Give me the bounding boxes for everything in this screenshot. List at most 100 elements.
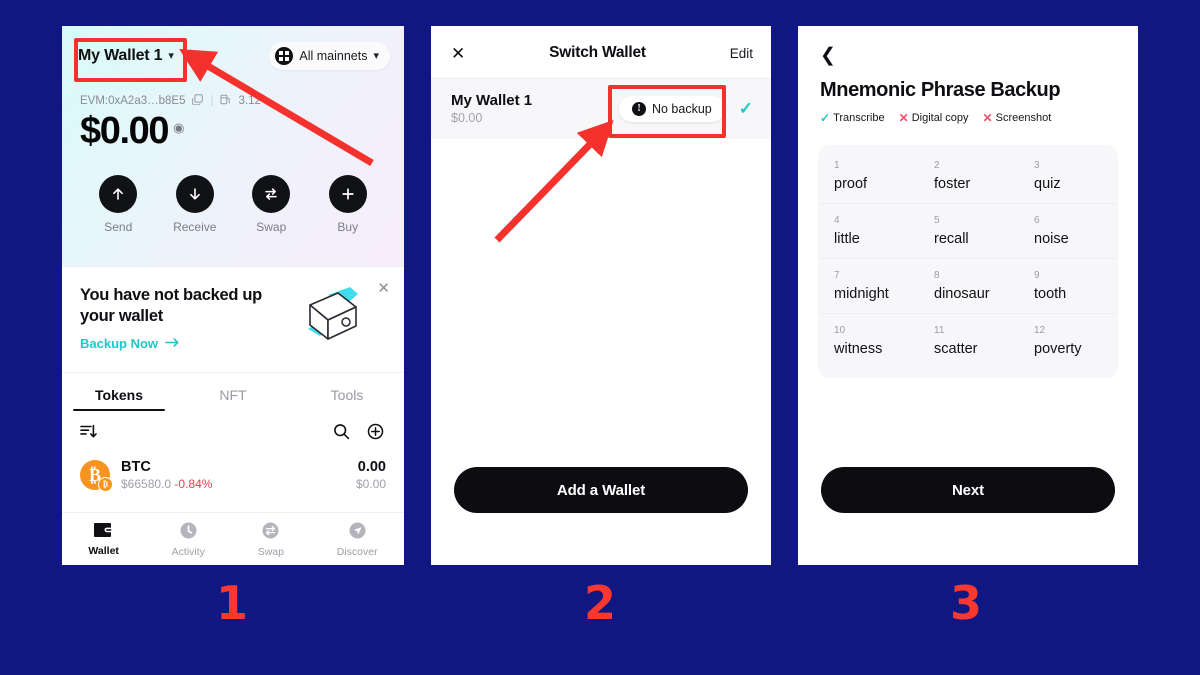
- table-row[interactable]: ₿ ₿ BTC $66580.0 -0.84% 0.00 $0.00: [62, 453, 404, 492]
- mnemonic-index: 2: [934, 160, 940, 171]
- plus-icon: [328, 175, 367, 213]
- nav-item-swap[interactable]: Swap: [258, 521, 284, 558]
- edit-button[interactable]: Edit: [730, 46, 753, 61]
- gas-value: 3.12: [238, 95, 261, 107]
- quick-actions: Send Receive Swap Buy: [62, 153, 404, 234]
- mnemonic-word: witness: [834, 341, 883, 357]
- mnemonic-index: 6: [1034, 215, 1040, 226]
- nav-item-activity-label: Activity: [171, 545, 205, 558]
- nav-item-wallet[interactable]: Wallet: [88, 521, 119, 557]
- rule-digital-copy: ✕ Digital copy: [899, 111, 969, 125]
- backup-reminder-card: You have not backed up your wallet Backu…: [62, 266, 404, 372]
- action-send-label: Send: [104, 220, 133, 234]
- tab-tools-label: Tools: [330, 387, 364, 403]
- wallet-balance: $0.00 ◉: [80, 110, 404, 153]
- clock-icon: [179, 521, 198, 543]
- cross-icon: ✕: [982, 111, 993, 125]
- cross-icon: ✕: [898, 111, 909, 125]
- arrow-right-icon: [165, 336, 180, 351]
- eye-icon[interactable]: ◉: [173, 120, 184, 136]
- mnemonic-word-11: 11 scatter: [918, 314, 1018, 368]
- asset-tabs: Tokens NFT Tools: [62, 372, 404, 411]
- tab-tools[interactable]: Tools: [290, 373, 404, 411]
- action-swap[interactable]: Swap: [243, 175, 299, 234]
- rule-screenshot: ✕ Screenshot: [983, 111, 1052, 125]
- mnemonic-word: recall: [934, 231, 969, 247]
- tab-nft-label: NFT: [219, 387, 247, 403]
- bottom-navigation: Wallet Activity Swap Discover: [62, 512, 404, 565]
- switch-wallet-header: ✕ Switch Wallet Edit: [431, 26, 771, 79]
- token-price-row: $66580.0 -0.84%: [121, 477, 345, 491]
- wallet-row-name: My Wallet 1: [451, 92, 533, 109]
- balance-amount: $0.00: [80, 110, 169, 152]
- close-icon[interactable]: ✕: [377, 281, 390, 296]
- mnemonic-index: 12: [1034, 325, 1046, 336]
- nav-item-swap-label: Swap: [257, 545, 284, 558]
- chevron-down-icon: ▾: [373, 49, 379, 62]
- mnemonic-word: tooth: [1034, 286, 1067, 302]
- token-amount: 0.00: [357, 459, 386, 475]
- token-change: -0.84%: [174, 477, 213, 491]
- mnemonic-word-6: 6 noise: [1018, 204, 1118, 258]
- mnemonic-index: 8: [934, 270, 940, 281]
- mnemonic-word: quiz: [1034, 176, 1061, 192]
- mnemonic-grid: 1 proof 2 foster 3 quiz 4 little 5 recal…: [818, 145, 1118, 378]
- nav-item-discover-label: Discover: [336, 545, 378, 558]
- screenshot-stage: My Wallet 1 ▾ All mainnets ▾ EVM:0xA2a3……: [0, 0, 1200, 675]
- nav-item-activity[interactable]: Activity: [172, 521, 205, 558]
- arrow-up-icon: [99, 175, 138, 213]
- search-icon[interactable]: [333, 423, 350, 445]
- mnemonic-word-10: 10 witness: [818, 314, 918, 368]
- mnemonic-word: midnight: [834, 286, 889, 302]
- mnemonic-word: poverty: [1034, 341, 1082, 357]
- close-icon[interactable]: ✕: [451, 45, 465, 62]
- plus-circle-icon[interactable]: [367, 423, 384, 445]
- action-receive[interactable]: Receive: [167, 175, 223, 234]
- action-receive-label: Receive: [173, 220, 217, 234]
- nav-item-discover[interactable]: Discover: [337, 521, 378, 558]
- tab-nft[interactable]: NFT: [176, 373, 290, 411]
- mnemonic-index: 7: [834, 270, 840, 281]
- mnemonic-index: 5: [934, 215, 940, 226]
- wallet-address-row[interactable]: EVM:0xA2a3…b8E5 | 3.12: [80, 94, 404, 108]
- mnemonic-word-3: 3 quiz: [1018, 149, 1118, 203]
- mnemonic-index: 10: [834, 325, 846, 336]
- step-number-1: 1: [216, 576, 249, 630]
- action-send[interactable]: Send: [90, 175, 146, 234]
- rule-digital-copy-label: Digital copy: [911, 112, 969, 124]
- wallet-address: EVM:0xA2a3…b8E5: [80, 95, 186, 107]
- copy-icon[interactable]: [192, 94, 204, 108]
- token-list-controls: [62, 411, 404, 453]
- action-buy[interactable]: Buy: [320, 175, 376, 234]
- mnemonic-index: 3: [1034, 160, 1040, 171]
- wallet-icon: [93, 521, 114, 542]
- phone-screen-mnemonic-backup: ❮ Mnemonic Phrase Backup ✓ Transcribe ✕ …: [798, 26, 1138, 565]
- mnemonic-word: dinosaur: [934, 286, 990, 302]
- tab-tokens[interactable]: Tokens: [62, 373, 176, 411]
- mnemonic-word-5: 5 recall: [918, 204, 1018, 258]
- mnemonic-word: noise: [1034, 231, 1069, 247]
- backup-card-title: You have not backed up your wallet: [80, 286, 262, 325]
- check-icon: ✓: [738, 98, 753, 118]
- mnemonic-index: 1: [834, 160, 840, 171]
- mnemonic-word-9: 9 tooth: [1018, 259, 1118, 313]
- network-selector[interactable]: All mainnets ▾: [269, 42, 390, 70]
- network-selector-label: All mainnets: [299, 49, 368, 63]
- tab-tokens-label: Tokens: [95, 387, 143, 403]
- back-button[interactable]: ❮: [798, 26, 1138, 65]
- token-value: $0.00: [355, 477, 386, 491]
- mnemonic-word-2: 2 foster: [918, 149, 1018, 203]
- mnemonic-word: scatter: [934, 341, 978, 357]
- bitcoin-icon: ₿ ₿: [80, 460, 113, 492]
- backup-now-label: Backup Now: [80, 336, 159, 351]
- check-icon: ✓: [820, 111, 831, 125]
- sort-icon[interactable]: [80, 424, 97, 444]
- mnemonic-word-1: 1 proof: [818, 149, 918, 203]
- next-button[interactable]: Next: [821, 467, 1115, 513]
- token-list-actions: [333, 423, 384, 445]
- action-swap-label: Swap: [256, 220, 287, 234]
- phone-screen-wallet-home: My Wallet 1 ▾ All mainnets ▾ EVM:0xA2a3……: [62, 26, 404, 565]
- add-wallet-button[interactable]: Add a Wallet: [454, 467, 748, 513]
- token-amounts: 0.00 $0.00: [356, 459, 386, 491]
- mnemonic-word-12: 12 poverty: [1018, 314, 1118, 368]
